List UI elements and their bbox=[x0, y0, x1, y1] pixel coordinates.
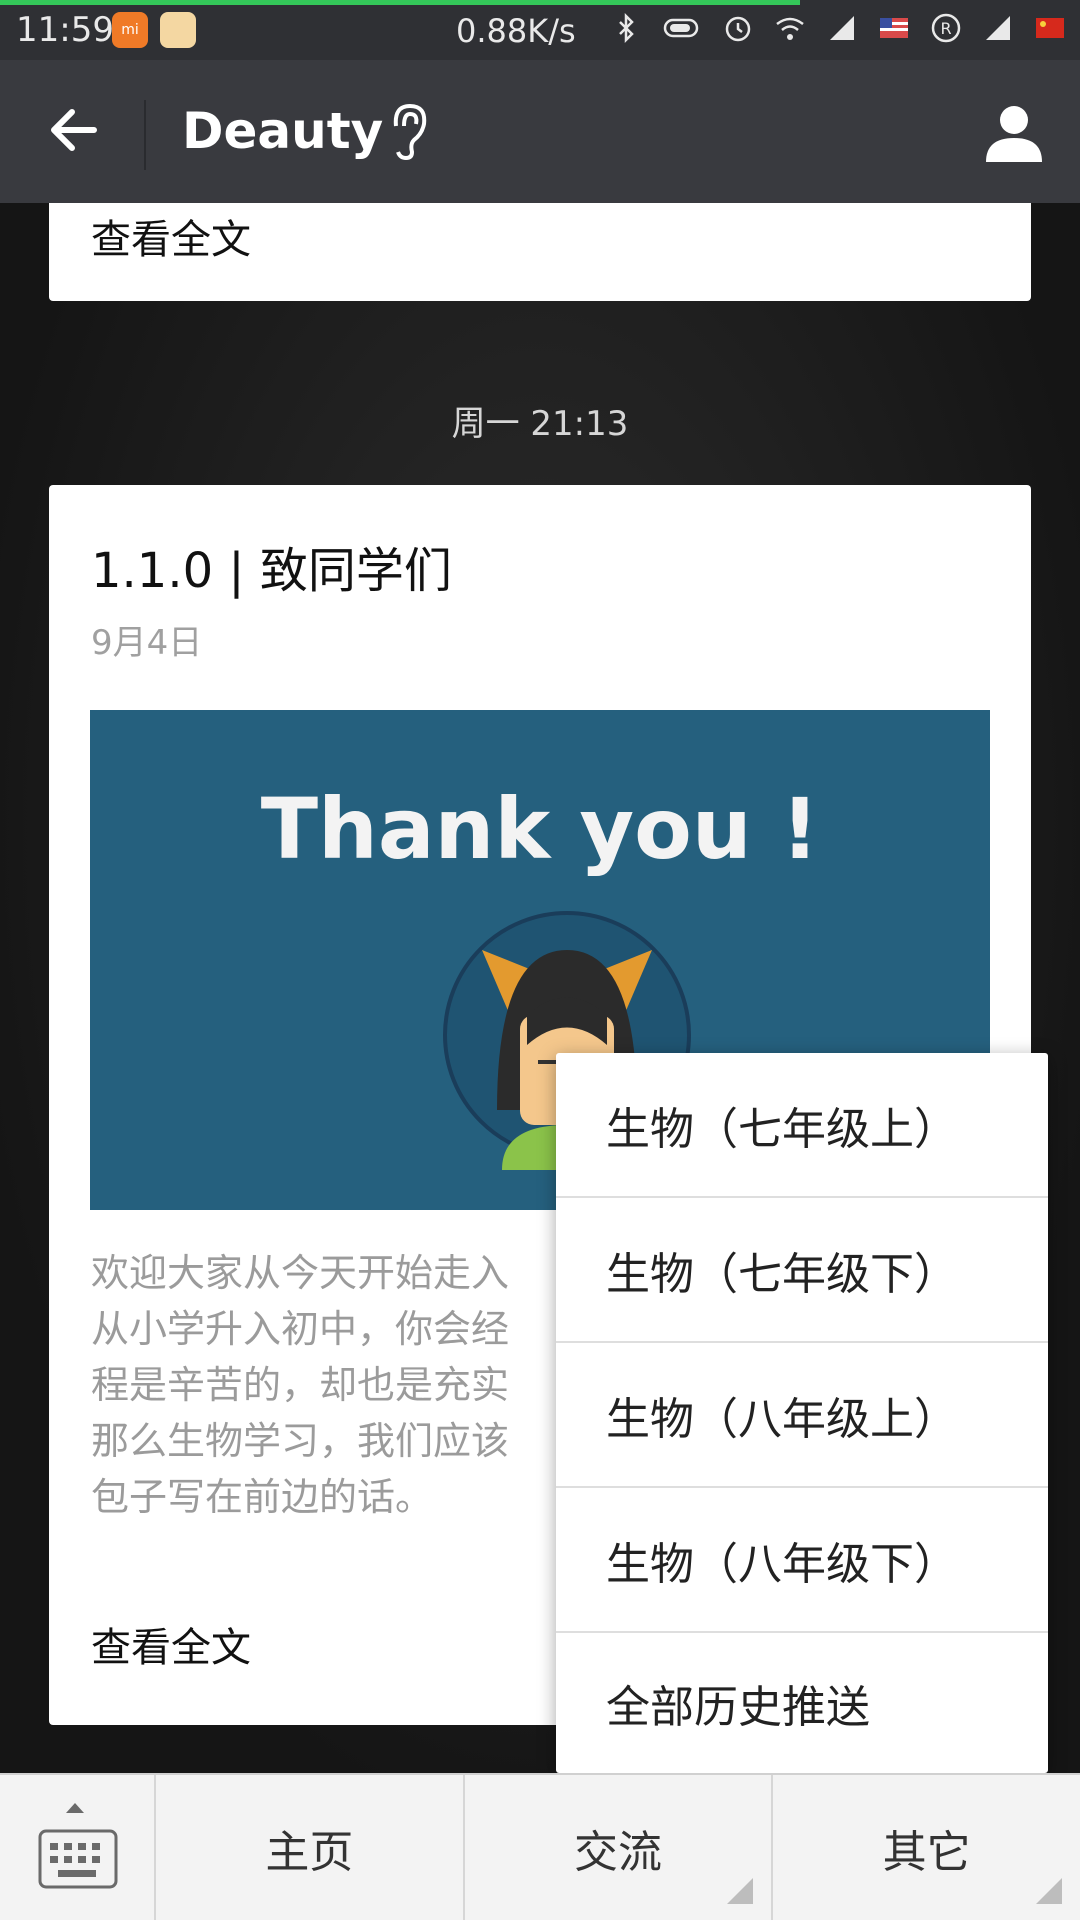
excerpt-line: 欢迎大家从今天开始走入 bbox=[91, 1251, 510, 1295]
tab-label: 交流 bbox=[574, 1826, 662, 1878]
progress-line bbox=[0, 0, 800, 5]
tab-communication[interactable]: 交流 bbox=[465, 1775, 774, 1920]
network-speed: 0.88K/s bbox=[456, 12, 576, 50]
back-arrow-icon[interactable] bbox=[44, 100, 104, 160]
page-title: Deauty bbox=[182, 102, 384, 160]
profile-icon[interactable] bbox=[982, 100, 1046, 164]
message-timestamp: 周一 21:13 bbox=[451, 404, 629, 444]
article-date: 9月4日 bbox=[91, 623, 203, 663]
header-divider bbox=[144, 100, 146, 170]
menu-item-bio-7-2[interactable]: 生物（七年级下） bbox=[556, 1198, 1048, 1343]
battery-icon bbox=[663, 18, 699, 38]
registered-icon: R bbox=[931, 13, 961, 43]
article-card-previous[interactable]: 查看全文 bbox=[49, 203, 1031, 301]
read-more-link[interactable]: 查看全文 bbox=[91, 1615, 251, 1673]
status-bar: 11:59 mi 0.88K/s R bbox=[0, 0, 1080, 60]
bluetooth-icon bbox=[619, 12, 634, 44]
signal-icon bbox=[986, 16, 1010, 40]
svg-text:R: R bbox=[940, 19, 951, 38]
status-icons: R bbox=[610, 12, 1066, 44]
tab-label: 主页 bbox=[265, 1826, 354, 1878]
notification-icon bbox=[160, 12, 196, 48]
excerpt-line: 从小学升入初中，你会经 bbox=[91, 1307, 510, 1351]
mi-icon: mi bbox=[112, 12, 148, 48]
excerpt-line: 那么生物学习，我们应该 bbox=[91, 1419, 510, 1463]
tab-others[interactable]: 其它 bbox=[773, 1775, 1080, 1920]
bottom-menu-bar: 主页 交流 其它 bbox=[0, 1773, 1080, 1920]
article-title[interactable]: 1.1.0 | 致同学们 bbox=[91, 531, 452, 601]
ear-icon[interactable] bbox=[384, 100, 434, 162]
keyboard-toggle-button[interactable] bbox=[0, 1775, 156, 1920]
menu-item-bio-8-1[interactable]: 生物（八年级上） bbox=[556, 1343, 1048, 1488]
keyboard-icon bbox=[38, 1829, 118, 1889]
submenu-popup: 生物（七年级上） 生物（七年级下） 生物（八年级上） 生物（八年级下） 全部历史… bbox=[556, 1053, 1048, 1773]
excerpt-line: 包子写在前边的话。 bbox=[91, 1475, 434, 1519]
alarm-icon bbox=[725, 16, 751, 42]
signal-icon bbox=[830, 16, 854, 40]
menu-item-bio-7-1[interactable]: 生物（七年级上） bbox=[556, 1053, 1048, 1198]
app-header: Deauty bbox=[0, 60, 1080, 203]
wifi-icon bbox=[776, 17, 804, 40]
status-time: 11:59 bbox=[16, 10, 114, 50]
article-excerpt: 欢迎大家从今天开始走入 从小学升入初中，你会经 程是辛苦的，却也是充实 那么生物… bbox=[91, 1245, 561, 1535]
submenu-indicator-icon bbox=[1036, 1878, 1063, 1904]
flag-us-icon bbox=[880, 18, 908, 38]
tab-home[interactable]: 主页 bbox=[156, 1775, 465, 1920]
flag-cn-icon bbox=[1036, 18, 1064, 38]
tab-label: 其它 bbox=[882, 1826, 971, 1878]
cover-text: Thank you ! bbox=[260, 780, 820, 878]
excerpt-line: 程是辛苦的，却也是充实 bbox=[91, 1363, 510, 1407]
menu-item-history[interactable]: 全部历史推送 bbox=[556, 1633, 1048, 1773]
menu-item-bio-8-2[interactable]: 生物（八年级下） bbox=[556, 1488, 1048, 1633]
submenu-indicator-icon bbox=[727, 1878, 754, 1904]
caret-up-icon bbox=[66, 1803, 84, 1813]
read-more-link[interactable]: 查看全文 bbox=[91, 207, 251, 265]
